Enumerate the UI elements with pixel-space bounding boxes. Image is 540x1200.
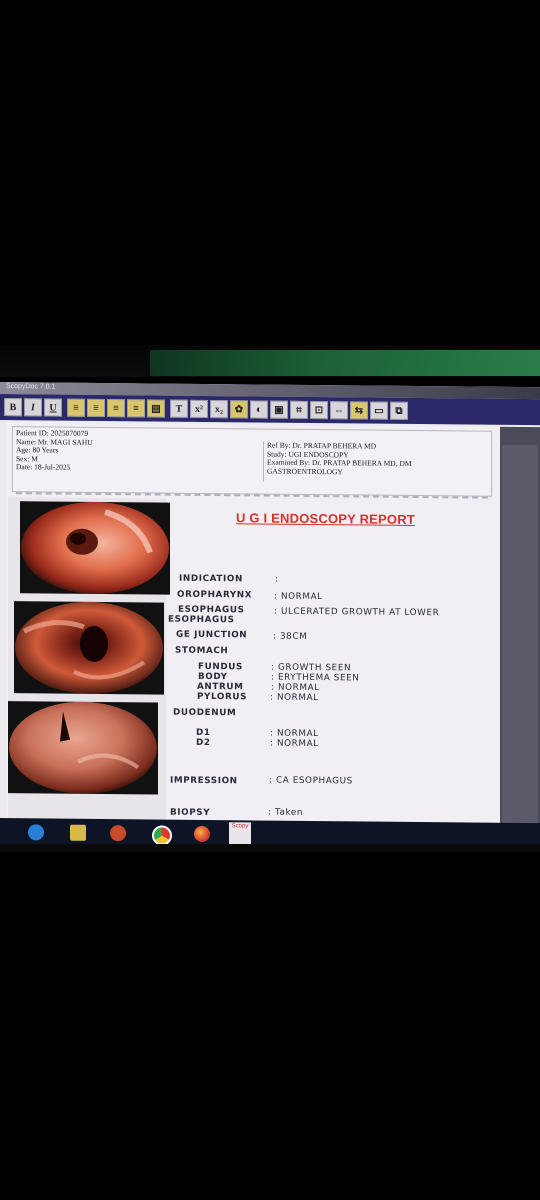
paint-icon[interactable]: ✿ xyxy=(230,400,248,419)
formatting-toolbar: B I U ≡ ≡ ≡ ≡ ▤ T x² x₂ ✿ ◐ ▣ ⌗ ⊡ ⇔ ⇆ ▭ … xyxy=(0,394,540,426)
file-explorer-icon[interactable] xyxy=(70,824,86,841)
bold-button[interactable]: B xyxy=(4,398,22,417)
page-icon[interactable]: ▭ xyxy=(370,401,388,420)
background-wall xyxy=(150,350,540,376)
edge-icon[interactable] xyxy=(28,824,44,841)
label-biopsy: BIOPSY xyxy=(170,807,211,819)
label-d2: D2 xyxy=(196,737,211,749)
label-impression: IMPRESSION xyxy=(170,775,238,787)
align-right-icon[interactable]: ≡ xyxy=(107,399,125,418)
scopy-app-label: Scopy xyxy=(231,823,249,830)
report-title: U G I ENDOSCOPY REPORT xyxy=(236,510,415,527)
label-stomach: STOMACH xyxy=(175,645,229,657)
firefox-icon[interactable] xyxy=(194,825,210,843)
value-d2: : NORMAL xyxy=(270,738,319,750)
label-esophagus-continued: ESOPHAGUS xyxy=(168,614,235,626)
label-d1: D1 xyxy=(196,727,211,739)
value-esophagus: : ULCERATED GROWTH AT LOWER xyxy=(274,606,440,619)
underline-button[interactable]: U xyxy=(44,398,62,417)
value-indication: : xyxy=(275,574,279,585)
value-impression: : CA ESOPHAGUS xyxy=(269,775,353,787)
media-player-icon[interactable] xyxy=(110,825,126,842)
label-esophagus: ESOPHAGUS xyxy=(178,604,245,616)
monitor-bottom-bezel xyxy=(0,844,540,852)
monitor-screen: ScopyDoc 7.0.1 B I U ≡ ≡ ≡ ≡ ▤ T x² x₂ ✿… xyxy=(0,382,540,850)
label-oropharynx: OROPHARYNX xyxy=(177,589,253,601)
text-tool-button[interactable]: T xyxy=(170,399,188,418)
endoscopy-images xyxy=(8,497,170,829)
photo-of-monitor: ScopyDoc 7.0.1 B I U ≡ ≡ ≡ ≡ ▤ T x² x₂ ✿… xyxy=(0,0,540,1200)
frame-icon[interactable]: ⊡ xyxy=(310,400,328,420)
patient-header: Patient ID: 2025070079 Name: Mr. MAGI SA… xyxy=(12,426,492,497)
image-icon[interactable]: ▣ xyxy=(270,400,288,419)
value-d1: : NORMAL xyxy=(270,728,319,740)
label-pylorus: PYLORUS xyxy=(197,691,248,703)
doctor-details: Ref By: Dr. PRATAP BEHERA MD Study: UGI … xyxy=(263,441,412,483)
exam-date: Date: 18-Jul-2025 xyxy=(16,462,71,473)
patient-details: Patient ID: 2025070079 Name: Mr. MAGI SA… xyxy=(16,428,93,473)
scopy-app-icon[interactable]: Scopy xyxy=(229,822,251,845)
align-center-icon[interactable]: ≡ xyxy=(87,398,105,418)
crop-icon[interactable]: ⌗ xyxy=(290,400,308,419)
side-panel xyxy=(500,426,540,834)
chrome-icon[interactable] xyxy=(152,825,172,846)
italic-button[interactable]: I xyxy=(24,398,42,417)
label-ge-junction: GE JUNCTION xyxy=(176,629,248,641)
swap-icon[interactable]: ⇆ xyxy=(350,401,368,420)
label-antrum: ANTRUM xyxy=(197,681,244,693)
endoscopy-image-2[interactable] xyxy=(14,601,164,695)
label-indication: INDICATION xyxy=(179,573,243,585)
label-duodenum: DUODENUM xyxy=(173,707,237,719)
resize-icon[interactable]: ⇔ xyxy=(330,401,348,420)
superscript-icon[interactable]: x² xyxy=(190,399,208,418)
department: GASTROENTROLOGY xyxy=(267,466,343,477)
value-biopsy: : Taken xyxy=(268,807,304,818)
copy-icon[interactable]: ⧉ xyxy=(390,401,408,420)
label-fundus: FUNDUS xyxy=(198,661,243,673)
value-pylorus: : NORMAL xyxy=(270,692,319,704)
justify-icon[interactable]: ≡ xyxy=(127,399,145,418)
endoscopy-image-1[interactable] xyxy=(20,501,170,595)
align-left-icon[interactable]: ≡ xyxy=(67,398,85,417)
value-ge-junction: : 38CM xyxy=(273,631,308,642)
label-body: BODY xyxy=(198,671,228,683)
window-title: ScopyDoc 7.0.1 xyxy=(6,383,56,391)
endoscopy-image-3[interactable] xyxy=(8,701,158,795)
subscript-icon[interactable]: x₂ xyxy=(210,400,228,419)
value-oropharynx: : NORMAL xyxy=(274,591,323,603)
value-antrum: : NORMAL xyxy=(271,682,320,694)
list-icon[interactable]: ▤ xyxy=(147,399,165,418)
contrast-icon[interactable]: ◐ xyxy=(250,400,268,419)
